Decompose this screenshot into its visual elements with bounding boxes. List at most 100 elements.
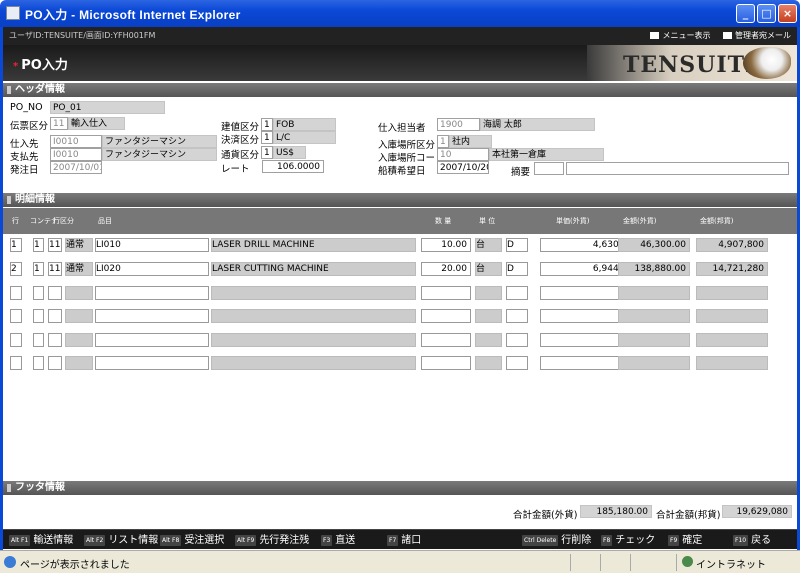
rate-label: レート (221, 164, 250, 175)
security-zone: イントラネット (696, 560, 766, 571)
grid-qty-input[interactable] (421, 356, 471, 370)
grid-container-no[interactable]: 1 (33, 238, 44, 252)
fkey-misc[interactable]: F7 諸口 (387, 533, 421, 548)
grid-line-kbn-name (65, 286, 93, 300)
grid-unit-code-input[interactable]: D (506, 262, 528, 276)
asterisk-icon: * (13, 61, 19, 72)
tsuka-code-input[interactable]: 1 (261, 146, 273, 159)
grid-qty-input[interactable] (421, 309, 471, 323)
grid-item-code-input[interactable] (95, 309, 209, 323)
menu-icon (650, 32, 660, 39)
grid-line-kbn-code[interactable] (48, 286, 62, 300)
grid-unit-code-input[interactable] (506, 356, 528, 370)
grid-item-code-input[interactable]: LI010 (95, 238, 209, 252)
nyuko-kbn-code-input[interactable]: 1 (437, 135, 449, 148)
page-header: * PO入力 TENSUITE (3, 45, 797, 81)
grid-container-no[interactable]: 1 (33, 262, 44, 276)
funazumi-label: 船積希望日 (378, 166, 426, 177)
fkey-confirm[interactable]: F9 確定 (668, 533, 702, 548)
kessai-code-input[interactable]: 1 (261, 131, 273, 144)
grid-item-code-input[interactable]: LI020 (95, 262, 209, 276)
grid-item-code-input[interactable] (95, 286, 209, 300)
grid-item-code-input[interactable] (95, 356, 209, 370)
page-title: * PO入力 (13, 58, 68, 73)
funazumi-date-input[interactable]: 2007/10/20 (437, 161, 489, 174)
col-price-fc: 単価(外貨) (556, 217, 590, 225)
grid-row-no[interactable]: 2 (10, 262, 22, 276)
hacchu-date-input[interactable]: 2007/10/01 (50, 161, 102, 174)
nyuko-cd-code-input[interactable]: 10 (437, 148, 489, 161)
fkey-direct-ship[interactable]: F3 直送 (321, 533, 355, 548)
grid-amount-fc: 138,880.00 (618, 262, 690, 276)
close-button[interactable]: × (778, 4, 797, 23)
po-no-field[interactable]: PO_01 (50, 101, 165, 114)
kenne-code-input[interactable]: 1 (261, 118, 273, 131)
menu-link[interactable]: メニュー表示 (650, 31, 710, 40)
grid-unit-code-input[interactable]: D (506, 238, 528, 252)
grid-line-kbn-code[interactable]: 11 (48, 262, 62, 276)
grid-line-kbn-code[interactable] (48, 333, 62, 347)
intranet-zone-icon (682, 556, 693, 567)
grid-amount-jpy: 4,907,800 (696, 238, 768, 252)
grid-unit-code-input[interactable] (506, 309, 528, 323)
grid-unit: 台 (475, 238, 502, 252)
fkey-check[interactable]: F8 チェック (601, 533, 655, 548)
grid-container-no[interactable] (33, 356, 44, 370)
grid-amount-fc (618, 356, 690, 370)
window-titlebar: PO入力 - Microsoft Internet Explorer _ □ × (0, 0, 800, 27)
fkey-advance-order[interactable]: Alt F9 先行発注残 (235, 533, 309, 548)
grid-row-no[interactable]: 1 (10, 238, 22, 252)
grid-amount-jpy (696, 333, 768, 347)
grid-row-no[interactable] (10, 286, 22, 300)
rate-input[interactable]: 106.0000 (262, 160, 324, 173)
grid-line-kbn-code[interactable] (48, 356, 62, 370)
total-fc-value: 185,180.00 (580, 505, 652, 518)
browser-status-bar: ページが表示されました イントラネット (0, 550, 800, 573)
nyuko-cd-name: 本社第一倉庫 (489, 148, 604, 161)
grid-amount-fc (618, 333, 690, 347)
grid-qty-input[interactable]: 20.00 (421, 262, 471, 276)
hacchu-label: 発注日 (10, 165, 39, 176)
tekiyo-code-input[interactable] (534, 162, 564, 175)
maximize-button[interactable]: □ (757, 4, 776, 23)
po-no-label: PO_NO (10, 102, 43, 113)
col-line: 行区分 (53, 217, 74, 225)
grid-qty-input[interactable]: 10.00 (421, 238, 471, 252)
denpyo-label: 伝票区分 (10, 121, 49, 132)
grid-qty-input[interactable] (421, 286, 471, 300)
grid-row-no[interactable] (10, 356, 22, 370)
grid-unit-code-input[interactable] (506, 333, 528, 347)
fkey-back[interactable]: F10 戻る (733, 533, 771, 548)
fkey-transport-info[interactable]: Alt F1 輸送情報 (9, 533, 73, 548)
grid-container-no[interactable] (33, 333, 44, 347)
fkey-delete-row[interactable]: Ctrl Delete 行削除 (522, 533, 591, 548)
kessai-label: 決済区分 (221, 135, 260, 146)
grid-unit (475, 309, 502, 323)
minimize-button[interactable]: _ (736, 4, 755, 23)
grid-line-kbn-code[interactable] (48, 309, 62, 323)
grid-row-no[interactable] (10, 333, 22, 347)
user-bar: ユーザID:TENSUITE/画面ID:YFH001FM メニュー表示 管理者宛… (3, 27, 797, 45)
grid-container-no[interactable] (33, 309, 44, 323)
grid-row-no[interactable] (10, 309, 22, 323)
grid-line-kbn-code[interactable]: 11 (48, 238, 62, 252)
grid-item-name (211, 309, 416, 323)
eagle-logo-icon (743, 47, 791, 79)
shiharai-code-input[interactable]: I0010 (50, 148, 102, 161)
grid-unit (475, 356, 502, 370)
grid-container-no[interactable] (33, 286, 44, 300)
tekiyo-text-input[interactable] (566, 162, 789, 175)
nyuko-cd-label: 入庫場所コード (378, 153, 445, 164)
grid-qty-input[interactable] (421, 333, 471, 347)
footer-section-title: フッタ情報 (3, 481, 797, 495)
grid-item-code-input[interactable] (95, 333, 209, 347)
shiharai-name: ファンタジーマシン (102, 148, 217, 161)
shiire-code-input[interactable]: I0010 (50, 135, 102, 148)
tanto-code-input[interactable]: 1900 (437, 118, 480, 131)
denpyo-code-input[interactable]: 11 (50, 117, 68, 130)
grid-unit-code-input[interactable] (506, 286, 528, 300)
grid-item-name (211, 333, 416, 347)
admin-mail-link[interactable]: 管理者宛メール (723, 31, 791, 40)
fkey-order-select[interactable]: Alt F8 受注選択 (160, 533, 224, 548)
fkey-list-info[interactable]: Alt F2 リスト情報 (84, 533, 158, 548)
